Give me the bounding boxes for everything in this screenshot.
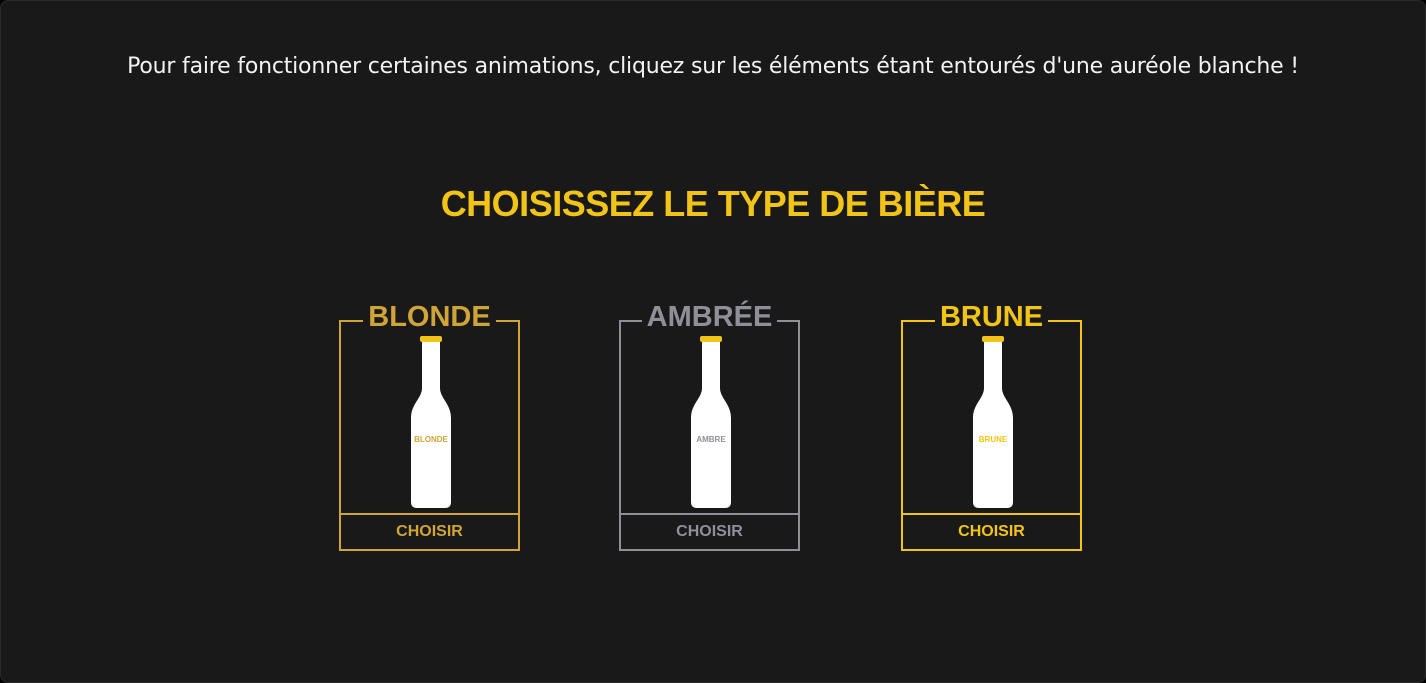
bottle-label: BLONDE <box>414 435 448 444</box>
beer-card-brune[interactable]: BRUNE BRUNE CHOISIR <box>901 301 1082 551</box>
page-title: CHOISISSEZ LE TYPE DE BIÈRE <box>440 183 986 224</box>
choose-button-blonde[interactable]: CHOISIR <box>341 513 518 549</box>
bottle-icon[interactable] <box>687 336 735 508</box>
choose-button-brune[interactable]: CHOISIR <box>903 513 1080 549</box>
page-frame: Pour faire fonctionner certaines animati… <box>0 0 1426 683</box>
instruction-text: Pour faire fonctionner certaines animati… <box>127 54 1299 79</box>
choose-button-ambree[interactable]: CHOISIR <box>621 513 798 549</box>
beer-card-title: BRUNE <box>903 300 1080 334</box>
bottle-icon[interactable] <box>407 336 455 508</box>
bottle-label: BRUNE <box>978 435 1008 444</box>
beer-card-ambree[interactable]: AMBRÉE AMBRE CHOISIR <box>619 301 800 551</box>
bottle-label: AMBRE <box>696 435 726 444</box>
bottle-icon[interactable] <box>969 336 1017 508</box>
beer-card-title: AMBRÉE <box>621 300 798 334</box>
beer-card-title: BLONDE <box>341 300 518 334</box>
beer-card-blonde[interactable]: BLONDE BLONDE CHOISIR <box>339 301 520 551</box>
